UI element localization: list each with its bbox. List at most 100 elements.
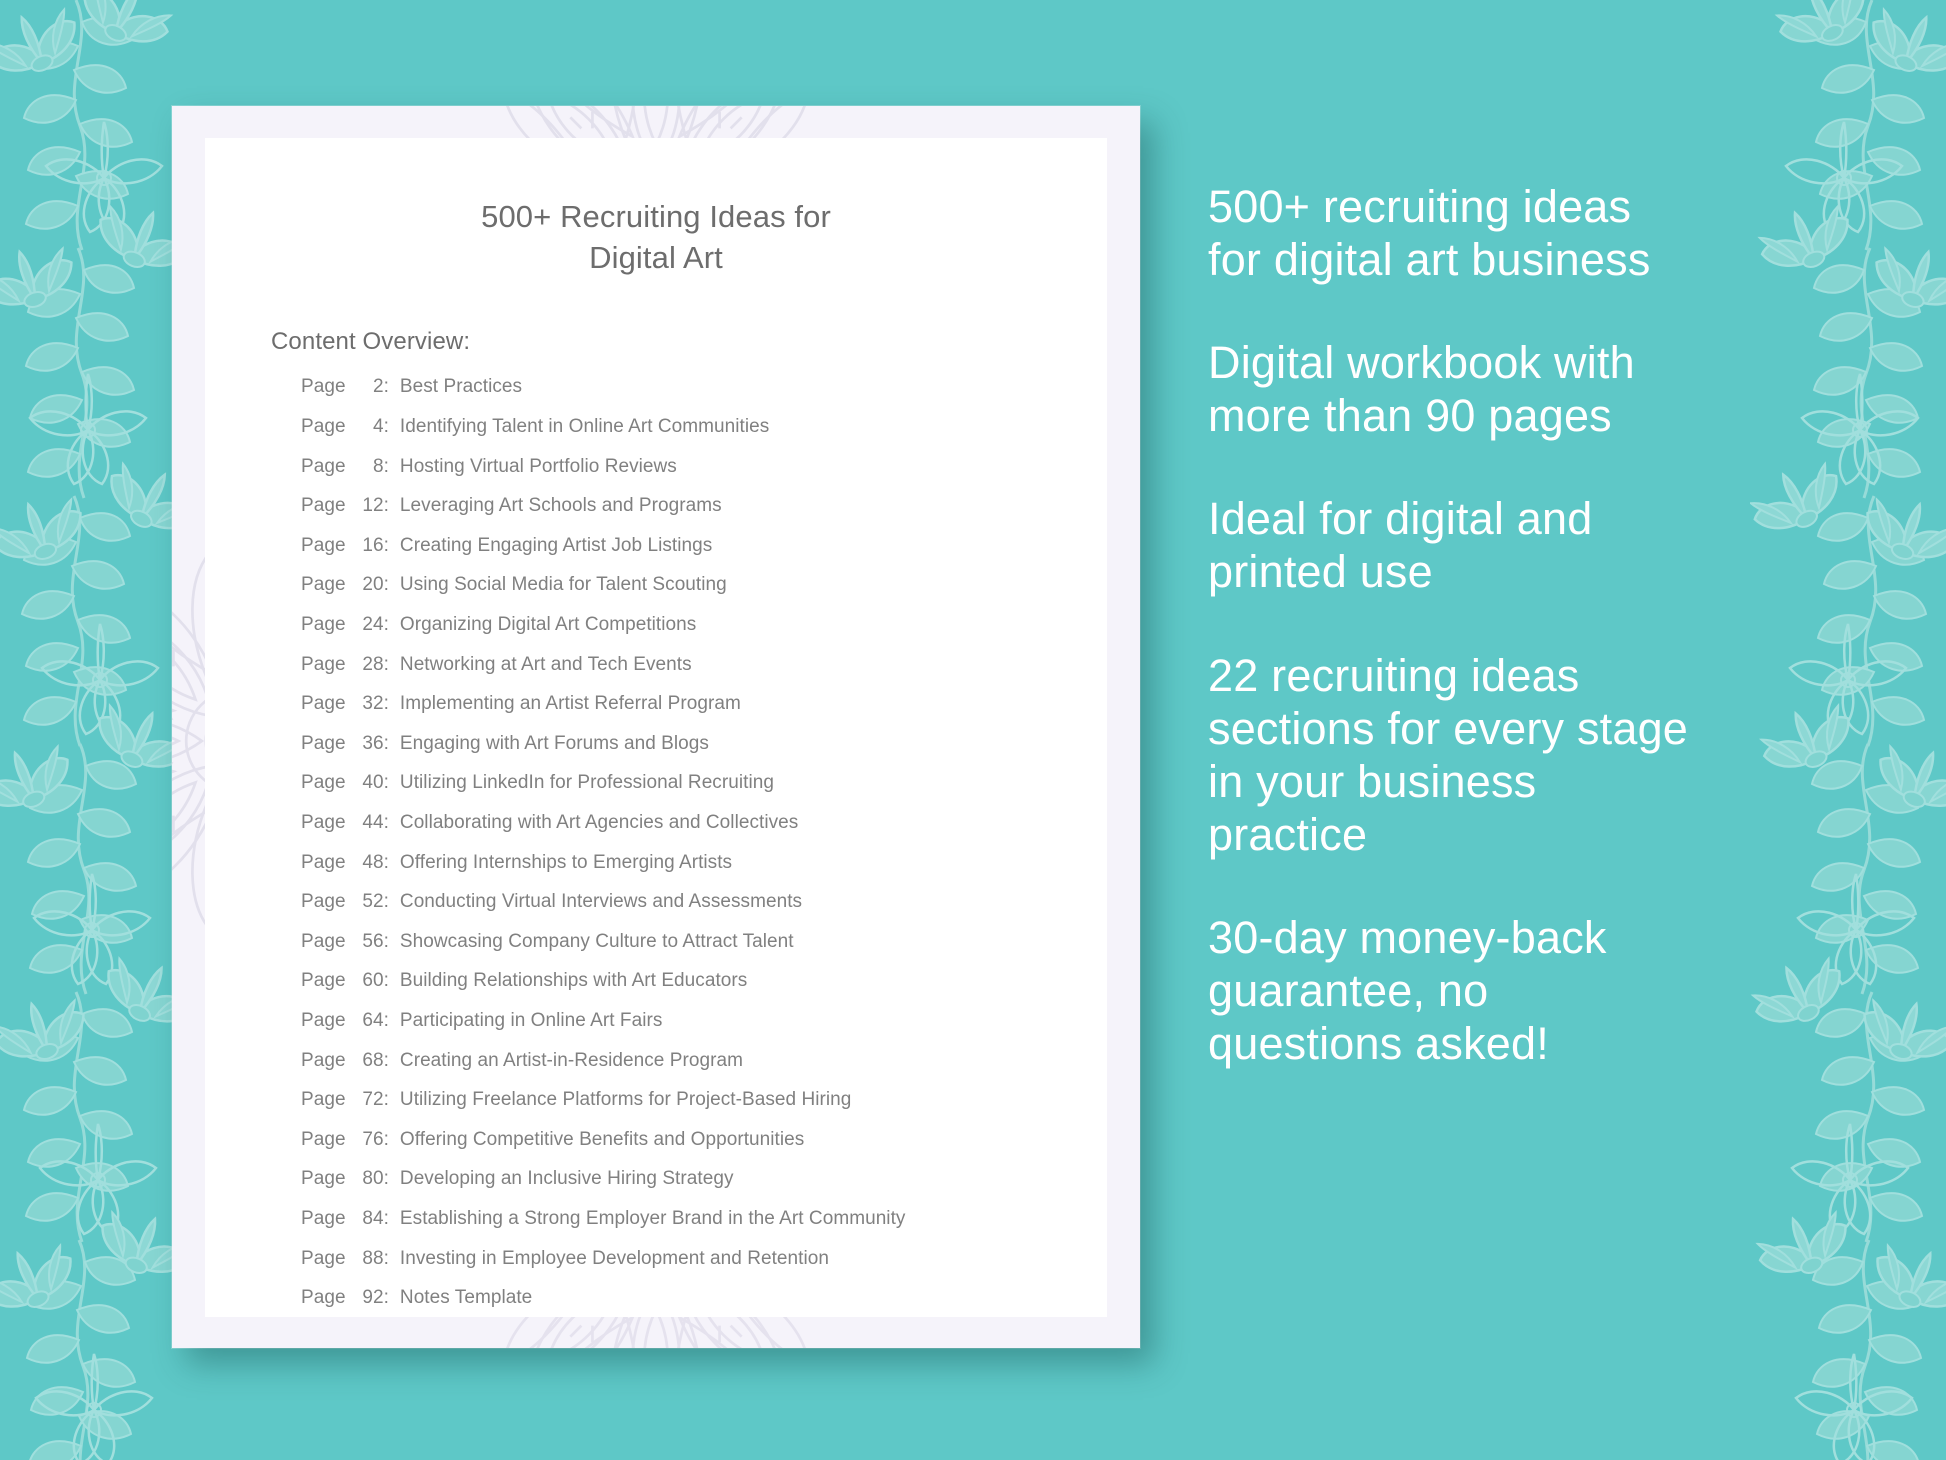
toc-page-word: Page bbox=[301, 1247, 346, 1269]
toc-entry-title: Engaging with Art Forums and Blogs bbox=[399, 732, 709, 754]
toc-page-number: 32 bbox=[362, 693, 384, 715]
toc-entry[interactable]: Page 76: Offering Competitive Benefits and… bbox=[301, 1129, 1107, 1169]
toc-page-word: Page bbox=[301, 1287, 346, 1309]
toc-entry[interactable]: Page 8: Hosting Virtual Portfolio Reviews bbox=[301, 456, 1107, 496]
toc-entry[interactable]: Page 56: Showcasing Company Culture to Att… bbox=[301, 931, 1107, 971]
toc-page-number: 80 bbox=[362, 1168, 384, 1190]
document-page: 500+ Recruiting Ideas for Digital Art Co… bbox=[172, 106, 1140, 1348]
toc-entry[interactable]: Page 2: Best Practices bbox=[301, 376, 1107, 416]
toc-entry[interactable]: Page 92: Notes Template bbox=[301, 1287, 1107, 1317]
toc-entry-title: Using Social Media for Talent Scouting bbox=[399, 574, 727, 596]
toc-page-number: 92 bbox=[362, 1287, 384, 1309]
toc-entry-title: Creating Engaging Artist Job Listings bbox=[399, 534, 713, 556]
toc-entry[interactable]: Page 72: Utilizing Freelance Platforms for… bbox=[301, 1089, 1107, 1129]
toc-entry[interactable]: Page 60: Building Relationships with Art E… bbox=[301, 970, 1107, 1010]
toc-colon: : bbox=[383, 1287, 389, 1309]
toc-page-number: 56 bbox=[362, 930, 384, 952]
toc-page-word: Page bbox=[301, 495, 346, 517]
toc-colon: : bbox=[383, 772, 389, 794]
toc-colon: : bbox=[383, 851, 389, 873]
toc-entry-title: Participating in Online Art Fairs bbox=[399, 1009, 663, 1031]
toc-entry[interactable]: Page 84: Establishing a Strong Employer Br… bbox=[301, 1208, 1107, 1248]
toc-page-word: Page bbox=[301, 1168, 346, 1190]
toc-page-word: Page bbox=[301, 1207, 346, 1229]
toc-page-number: 2 bbox=[372, 376, 384, 398]
toc-entry[interactable]: Page 64: Participating in Online Art Fairs bbox=[301, 1010, 1107, 1050]
toc-page-number: 88 bbox=[362, 1247, 384, 1269]
marketing-bullet: Digital workbook with more than 90 pages bbox=[1208, 337, 1635, 442]
toc-page-word: Page bbox=[301, 1009, 346, 1031]
document-preview[interactable]: 500+ Recruiting Ideas for Digital Art Co… bbox=[172, 106, 1140, 1348]
toc-entry[interactable]: Page 52: Conducting Virtual Interviews and… bbox=[301, 891, 1107, 931]
toc-entry-title: Investing in Employee Development and Re… bbox=[399, 1247, 829, 1269]
toc-page-number: 52 bbox=[362, 891, 384, 913]
toc-page-number: 84 bbox=[362, 1207, 384, 1229]
toc-entry[interactable]: Page 40: Utilizing LinkedIn for Profession… bbox=[301, 772, 1107, 812]
marketing-bullet: 22 recruiting ideas sections for every s… bbox=[1208, 649, 1689, 860]
toc-entry-title: Organizing Digital Art Competitions bbox=[399, 614, 697, 635]
toc-entry[interactable]: Page 12: Leveraging Art Schools and Progra… bbox=[301, 495, 1107, 535]
toc-entry[interactable]: Page 36: Engaging with Art Forums and Blog… bbox=[301, 733, 1107, 773]
toc-entry[interactable]: Page 48: Offering Internships to Emerging … bbox=[301, 852, 1107, 892]
toc-page-word: Page bbox=[301, 732, 346, 754]
toc-page-number: 72 bbox=[362, 1089, 384, 1111]
poster-canvas: 500+ Recruiting Ideas for Digital Art Co… bbox=[0, 0, 1946, 1460]
toc-entry[interactable]: Page 4: Identifying Talent in Online Art C… bbox=[301, 416, 1107, 456]
toc-entry[interactable]: Page 68: Creating an Artist-in-Residence P… bbox=[301, 1050, 1107, 1090]
toc-colon: : bbox=[383, 1247, 389, 1269]
toc-entry-title: Conducting Virtual Interviews and Assess… bbox=[399, 891, 803, 913]
toc-colon: : bbox=[383, 1128, 389, 1150]
toc-page-word: Page bbox=[301, 614, 346, 635]
toc-entry[interactable]: Page 24: Organizing Digital Art Competitio… bbox=[301, 614, 1107, 654]
marketing-bullet: Ideal for digital and printed use bbox=[1208, 493, 1593, 598]
toc-entry[interactable]: Page 80: Developing an Inclusive Hiring St… bbox=[301, 1168, 1107, 1208]
toc-page-number: 68 bbox=[362, 1049, 384, 1071]
toc-entry[interactable]: Page 32: Implementing an Artist Referral P… bbox=[301, 693, 1107, 733]
toc-page-number: 24 bbox=[362, 614, 384, 635]
toc-colon: : bbox=[383, 693, 389, 715]
toc-entry-title: Utilizing LinkedIn for Professional Recr… bbox=[399, 772, 774, 794]
toc-colon: : bbox=[383, 1207, 389, 1229]
toc-entry-title: Building Relationships with Art Educator… bbox=[399, 970, 748, 992]
toc-page-number: 12 bbox=[362, 495, 384, 517]
toc-page-number: 16 bbox=[362, 534, 384, 556]
toc-colon: : bbox=[383, 574, 389, 596]
toc-page-word: Page bbox=[301, 416, 346, 438]
toc-page-word: Page bbox=[301, 891, 346, 913]
toc-page-number: 28 bbox=[362, 653, 384, 675]
toc-entry-title: Implementing an Artist Referral Program bbox=[399, 693, 741, 715]
toc-entry[interactable]: Page 44: Collaborating with Art Agencies a… bbox=[301, 812, 1107, 852]
floral-vine-icon-left bbox=[0, 0, 198, 1460]
toc-entry[interactable]: Page 88: Investing in Employee Development… bbox=[301, 1248, 1107, 1288]
toc-page-word: Page bbox=[301, 574, 346, 596]
toc-page-number: 60 bbox=[362, 970, 384, 992]
toc-entry[interactable]: Page 16: Creating Engaging Artist Job List… bbox=[301, 535, 1107, 575]
table-of-contents: Page 2: Best Practices Page 4: Identifying Ta… bbox=[205, 356, 1107, 1317]
toc-colon: : bbox=[383, 1049, 389, 1071]
toc-entry[interactable]: Page 28: Networking at Art and Tech Events bbox=[301, 654, 1107, 694]
toc-page-number: 64 bbox=[362, 1009, 384, 1031]
toc-entry-title: Creating an Artist-in-Residence Program bbox=[399, 1049, 743, 1071]
toc-colon: : bbox=[383, 534, 389, 556]
toc-colon: : bbox=[383, 1168, 389, 1190]
toc-colon: : bbox=[383, 376, 389, 398]
toc-colon: : bbox=[383, 891, 389, 913]
document-content-area: 500+ Recruiting Ideas for Digital Art Co… bbox=[205, 138, 1107, 1317]
toc-colon: : bbox=[383, 811, 389, 833]
toc-entry-title: Establishing a Strong Employer Brand in … bbox=[399, 1207, 906, 1229]
toc-page-number: 76 bbox=[362, 1128, 384, 1150]
toc-page-number: 20 bbox=[362, 574, 384, 596]
toc-entry[interactable]: Page 20: Using Social Media for Talent Sco… bbox=[301, 574, 1107, 614]
toc-page-word: Page bbox=[301, 811, 346, 833]
toc-page-number: 8 bbox=[372, 455, 384, 477]
toc-colon: : bbox=[383, 614, 389, 635]
toc-entry-title: Showcasing Company Culture to Attract Ta… bbox=[399, 930, 794, 952]
marketing-bullet: 30-day money-back guarantee, no question… bbox=[1208, 911, 1607, 1070]
toc-entry-title: Hosting Virtual Portfolio Reviews bbox=[399, 455, 677, 477]
marketing-copy: 500+ recruiting ideas for digital art bu… bbox=[1208, 180, 1868, 1070]
toc-page-word: Page bbox=[301, 376, 346, 398]
toc-colon: : bbox=[383, 1089, 389, 1111]
toc-entry-title: Leveraging Art Schools and Programs bbox=[399, 495, 722, 517]
toc-entry-title: Offering Competitive Benefits and Opport… bbox=[399, 1128, 805, 1150]
toc-page-number: 36 bbox=[362, 732, 384, 754]
